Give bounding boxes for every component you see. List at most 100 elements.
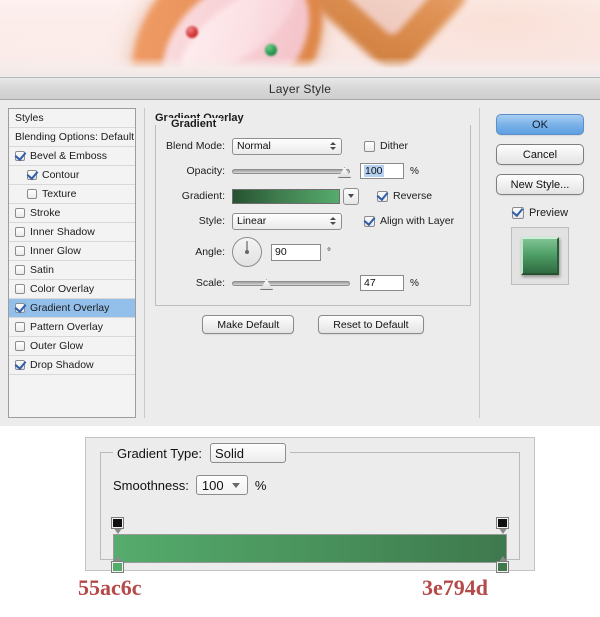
scale-value: 47 xyxy=(364,277,376,289)
settings-panel: Gradient Overlay Gradient Blend Mode: No… xyxy=(144,108,480,418)
style-row-label: Inner Shadow xyxy=(30,226,95,238)
reverse-checkbox-row[interactable]: Reverse xyxy=(377,190,432,202)
angle-label: Angle: xyxy=(195,246,225,258)
sprinkle-red xyxy=(186,26,198,38)
angle-input[interactable]: 90 xyxy=(271,243,321,261)
layer-style-dialog: Layer Style Styles Blending Options: Def… xyxy=(0,77,600,426)
angle-dial[interactable] xyxy=(232,237,262,267)
slider-track xyxy=(232,169,350,174)
gradient-swatch[interactable] xyxy=(232,188,340,204)
style-row-bevel-emboss[interactable]: Bevel & Emboss xyxy=(9,147,135,166)
style-row-label: Stroke xyxy=(30,207,61,219)
style-row-pattern-overlay[interactable]: Pattern Overlay xyxy=(9,318,135,337)
checkbox-icon[interactable] xyxy=(15,284,25,294)
checkbox-icon[interactable] xyxy=(377,190,388,202)
checkbox-icon[interactable] xyxy=(15,227,25,237)
styles-list[interactable]: Styles Blending Options: Default Bevel &… xyxy=(8,108,136,418)
style-row-label: Drop Shadow xyxy=(30,359,94,371)
ok-button[interactable]: OK xyxy=(496,114,584,135)
new-style-button[interactable]: New Style... xyxy=(496,174,584,195)
preview-checkbox-row[interactable]: Preview xyxy=(511,207,568,219)
stop-swatch xyxy=(111,517,124,529)
color-stop-left[interactable] xyxy=(111,556,124,573)
align-with-layer-row[interactable]: Align with Layer xyxy=(364,215,454,227)
blending-options-label: Blending Options: Default xyxy=(15,131,135,143)
style-select[interactable]: Linear xyxy=(232,212,342,230)
smoothness-row: Smoothness: 100 % xyxy=(113,475,266,495)
opacity-stop-left[interactable] xyxy=(111,517,124,534)
style-row-label: Inner Glow xyxy=(30,245,81,257)
preview-thumbnail xyxy=(511,227,569,285)
blend-mode-select[interactable]: Normal xyxy=(232,137,342,155)
cancel-button[interactable]: Cancel xyxy=(496,144,584,165)
dialog-body: Styles Blending Options: Default Bevel &… xyxy=(0,100,600,426)
style-row-texture[interactable]: Texture xyxy=(9,185,135,204)
checkbox-icon[interactable] xyxy=(511,207,524,219)
checkbox-icon[interactable] xyxy=(364,215,375,227)
make-default-button[interactable]: Make Default xyxy=(202,315,295,334)
chevron-down-icon xyxy=(348,194,354,198)
style-row-contour[interactable]: Contour xyxy=(9,166,135,185)
reset-to-default-button[interactable]: Reset to Default xyxy=(318,315,424,334)
dialog-actions: OK Cancel New Style... Preview xyxy=(488,108,592,418)
styles-list-header: Styles xyxy=(9,109,135,128)
checkbox-icon[interactable] xyxy=(27,170,37,180)
opacity-stop-right[interactable] xyxy=(496,517,509,534)
style-row-inner-glow[interactable]: Inner Glow xyxy=(9,242,135,261)
stepper-arrows-icon xyxy=(328,142,337,150)
gradient-strip-area xyxy=(111,517,509,573)
smoothness-label: Smoothness: xyxy=(113,477,189,493)
checkbox-icon[interactable] xyxy=(15,246,25,256)
dither-label: Dither xyxy=(380,140,409,152)
style-row-drop-shadow[interactable]: Drop Shadow xyxy=(9,356,135,375)
style-row-label: Contour xyxy=(42,169,80,181)
gradient-fieldset: Gradient Blend Mode: Normal Dither Opaci… xyxy=(155,118,471,306)
style-row-label: Outer Glow xyxy=(30,340,84,352)
gradient-strip[interactable] xyxy=(113,534,507,563)
dialog-title: Layer Style xyxy=(268,81,332,96)
style-value: Linear xyxy=(237,215,267,227)
checkbox-icon[interactable] xyxy=(15,303,25,313)
checkbox-icon[interactable] xyxy=(15,341,25,351)
checkbox-icon[interactable] xyxy=(15,360,25,370)
blending-options-row[interactable]: Blending Options: Default xyxy=(9,128,135,147)
chevron-down-icon xyxy=(231,482,240,488)
style-row-label: Gradient Overlay xyxy=(30,302,110,314)
checkbox-icon[interactable] xyxy=(364,140,375,152)
preview-swatch xyxy=(521,237,559,275)
style-row-stroke[interactable]: Stroke xyxy=(9,204,135,223)
scale-slider[interactable] xyxy=(232,275,350,291)
scale-input[interactable]: 47 xyxy=(360,275,404,291)
angle-unit: ° xyxy=(327,246,331,258)
opacity-slider[interactable] xyxy=(232,163,351,179)
checkbox-icon[interactable] xyxy=(27,189,37,199)
default-buttons: Make Default Reset to Default xyxy=(155,315,471,334)
color-stop-right[interactable] xyxy=(496,556,509,573)
dither-checkbox-row[interactable]: Dither xyxy=(364,140,408,152)
checkbox-icon[interactable] xyxy=(15,208,25,218)
checkbox-icon[interactable] xyxy=(15,151,25,161)
hex-annotations: 55ac6c 3e794d xyxy=(0,575,600,611)
checkbox-icon[interactable] xyxy=(15,265,25,275)
angle-row: Angle: 90 ° xyxy=(164,235,462,269)
style-row-gradient-overlay[interactable]: Gradient Overlay xyxy=(9,299,135,318)
reverse-label: Reverse xyxy=(393,190,433,202)
gradient-picker-button[interactable] xyxy=(343,187,359,205)
style-row-satin[interactable]: Satin xyxy=(9,261,135,280)
scale-row: Scale: 47 % xyxy=(164,272,462,294)
smoothness-select[interactable]: 100 xyxy=(195,475,248,495)
style-row-color-overlay[interactable]: Color Overlay xyxy=(9,280,135,299)
stop-swatch xyxy=(111,561,124,573)
stepper-arrows-icon xyxy=(328,217,337,225)
opacity-input[interactable]: 100 xyxy=(360,163,404,179)
gradient-type-select[interactable]: Solid xyxy=(210,443,287,463)
angle-value: 90 xyxy=(275,246,287,258)
gradient-group-legend: Gradient xyxy=(166,118,222,130)
angle-hub xyxy=(245,250,249,254)
style-row-inner-shadow[interactable]: Inner Shadow xyxy=(9,223,135,242)
blend-mode-label: Blend Mode: xyxy=(166,140,225,152)
hex-label-right: 3e794d xyxy=(422,575,488,600)
slider-track xyxy=(232,281,350,286)
style-row-outer-glow[interactable]: Outer Glow xyxy=(9,337,135,356)
checkbox-icon[interactable] xyxy=(15,322,25,332)
